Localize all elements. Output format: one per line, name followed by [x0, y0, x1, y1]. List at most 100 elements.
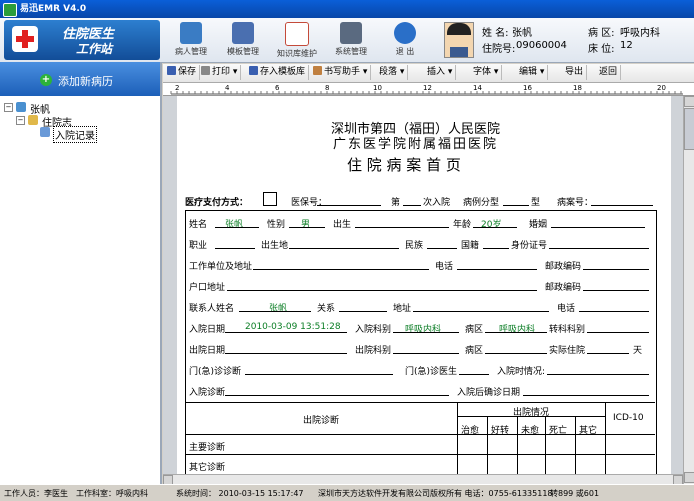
- insert-menu[interactable]: 插入 ▾: [427, 65, 457, 80]
- window-title: 易迅EMR V4.0: [20, 4, 87, 14]
- tree-collapse-toggle[interactable]: −: [16, 116, 25, 125]
- payment-box[interactable]: [263, 192, 277, 206]
- font-menu[interactable]: 字体 ▾: [473, 65, 503, 80]
- hospital-name-2: 广东医学院附属福田医院: [333, 137, 499, 152]
- medical-cross-icon: [12, 26, 38, 52]
- ruler-mark: 14: [473, 84, 482, 92]
- status-bar: 工作人员：李医生 工作科室：呼吸内科 系统时间： 2010-03-15 15:1…: [0, 484, 694, 501]
- birthplace-label: 出生地: [261, 241, 289, 251]
- other-dx-label: 其它诊断: [189, 463, 226, 473]
- writing-assistant-button[interactable]: 书写助手 ▾: [313, 65, 372, 80]
- col-death: 死亡: [549, 426, 568, 436]
- relation-label: 关系: [317, 304, 336, 314]
- ruler-mark: 18: [573, 84, 582, 92]
- bed-value: 12: [620, 40, 633, 51]
- ruler-mark: 2: [175, 84, 180, 92]
- add-record-button[interactable]: + 添加新病历: [0, 62, 160, 96]
- contact-value[interactable]: 张帆: [269, 301, 287, 314]
- app-logo: 住院医生 工作站: [4, 20, 160, 60]
- ruler-mark: 12: [423, 84, 432, 92]
- return-button[interactable]: 返回: [599, 65, 622, 80]
- case-type-suffix: 型: [531, 198, 541, 208]
- logo-line2: 工作站: [76, 42, 113, 56]
- folder-icon: [28, 115, 38, 125]
- editor-toolbar: 保存 打印 ▾ 存入模板库 书写助手 ▾ 段落 ▾ 插入 ▾ 字体 ▾ 编辑 ▾…: [163, 64, 694, 83]
- admission-dx-label: 入院诊断: [189, 388, 226, 398]
- case-type-label: 病例分型: [463, 198, 500, 208]
- dept-status: 工作科室：呼吸内科: [76, 489, 148, 498]
- save-icon: [249, 66, 258, 75]
- discharge-dept-label: 出院科别: [355, 346, 392, 356]
- template-management-button[interactable]: 模板管理: [216, 20, 270, 60]
- discharge-status-header: 出院情况: [513, 408, 550, 418]
- save-button[interactable]: 保存: [167, 65, 201, 80]
- knowledge-icon: [285, 22, 309, 46]
- export-button[interactable]: 导出: [565, 65, 588, 80]
- discharge-date-label: 出院日期: [189, 346, 226, 356]
- print-button[interactable]: 打印 ▾: [201, 65, 242, 80]
- emergency-doctor-label: 门(急)诊医生: [405, 367, 458, 377]
- zip-label: 邮政编码: [545, 262, 582, 272]
- admission-condition-label: 入院时情况:: [497, 367, 546, 377]
- tree-item-admission-record[interactable]: 入院记录: [53, 126, 97, 143]
- patient-icon: [180, 22, 202, 44]
- header: 住院医生 工作站 病人管理 模板管理 知识库维护 系统管理 退 出 姓 名: 张…: [0, 18, 694, 63]
- address-label: 地址: [393, 304, 412, 314]
- exit-button[interactable]: 退 出: [378, 20, 432, 60]
- payment-label: 医疗支付方式：: [185, 198, 249, 208]
- name-label: 姓名: [189, 220, 208, 230]
- emergency-dx-label: 门(急)诊诊断: [189, 367, 242, 377]
- scroll-thumb[interactable]: [684, 108, 694, 150]
- paragraph-menu[interactable]: 段落 ▾: [379, 65, 409, 80]
- case-no-label: 病案号：: [557, 198, 594, 208]
- title-bar: 易迅EMR V4.0: [0, 0, 694, 18]
- phone2-label: 电话: [557, 304, 576, 314]
- app-icon: [3, 3, 17, 17]
- patient-management-button[interactable]: 病人管理: [164, 20, 218, 60]
- scroll-up-button[interactable]: [684, 96, 694, 107]
- nation-label: 民族: [405, 241, 424, 251]
- name-value[interactable]: 张帆: [225, 217, 243, 230]
- job-label: 职业: [189, 241, 208, 251]
- insurance-label: 医保号：: [291, 198, 328, 208]
- admission-ward-value[interactable]: 呼吸内科: [499, 322, 535, 335]
- edit-menu[interactable]: 编辑 ▾: [519, 65, 549, 80]
- country-label: 国籍: [461, 241, 480, 251]
- ruler-mark: 4: [225, 84, 230, 92]
- ruler-mark: 16: [523, 84, 532, 92]
- system-management-button[interactable]: 系统管理: [324, 20, 378, 60]
- sex-value[interactable]: 男: [301, 217, 310, 230]
- admission-dept-value[interactable]: 呼吸内科: [405, 322, 441, 335]
- col-improved: 好转: [491, 426, 510, 436]
- save-template-button[interactable]: 存入模板库: [249, 65, 310, 80]
- vertical-scrollbar[interactable]: [683, 96, 694, 484]
- col-uncured: 未愈: [521, 426, 540, 436]
- ruler: 2 4 6 8 10 12 14 16 18 20: [163, 83, 694, 96]
- scroll-down-button[interactable]: [684, 472, 694, 483]
- marriage-label: 婚姻: [529, 220, 548, 230]
- birth-label: 出生: [333, 220, 352, 230]
- tree-collapse-toggle[interactable]: −: [4, 103, 13, 112]
- age-value[interactable]: 20岁: [481, 217, 501, 230]
- actual-stay-label: 实际住院: [549, 346, 586, 356]
- col-cured: 治愈: [461, 426, 480, 436]
- admission-date-value[interactable]: 2010-03-09 13:51:28: [245, 322, 341, 332]
- work-address-label: 工作单位及地址: [189, 262, 253, 272]
- knowledge-base-button[interactable]: 知识库维护: [270, 20, 324, 60]
- discharge-dx-header: 出院诊断: [303, 416, 340, 426]
- hospital-no-label: 住院号:: [482, 44, 516, 55]
- patient-icon: [16, 102, 26, 112]
- ruler-mark: 8: [325, 84, 330, 92]
- save-icon: [167, 66, 176, 75]
- patient-name: 张帆: [512, 28, 532, 39]
- admission-date-label: 入院日期: [189, 325, 226, 335]
- document-page[interactable]: 深圳市第四（福田）人民医院 广东医学院附属福田医院 住 院 病 案 首 页 医疗…: [177, 96, 671, 474]
- patient-name-label: 姓 名:: [482, 28, 509, 39]
- copyright-text: 深圳市天方达软件开发有限公司版权所有 电话：0755-61335118: [318, 489, 553, 498]
- admission-ward-label: 病区: [465, 325, 484, 335]
- template-icon: [232, 22, 254, 44]
- ward-value: 呼吸内科: [620, 28, 660, 39]
- age-label: 年龄: [453, 220, 472, 230]
- phone-ext: 转899 或601: [550, 489, 600, 498]
- ward-label: 病 区:: [588, 28, 615, 39]
